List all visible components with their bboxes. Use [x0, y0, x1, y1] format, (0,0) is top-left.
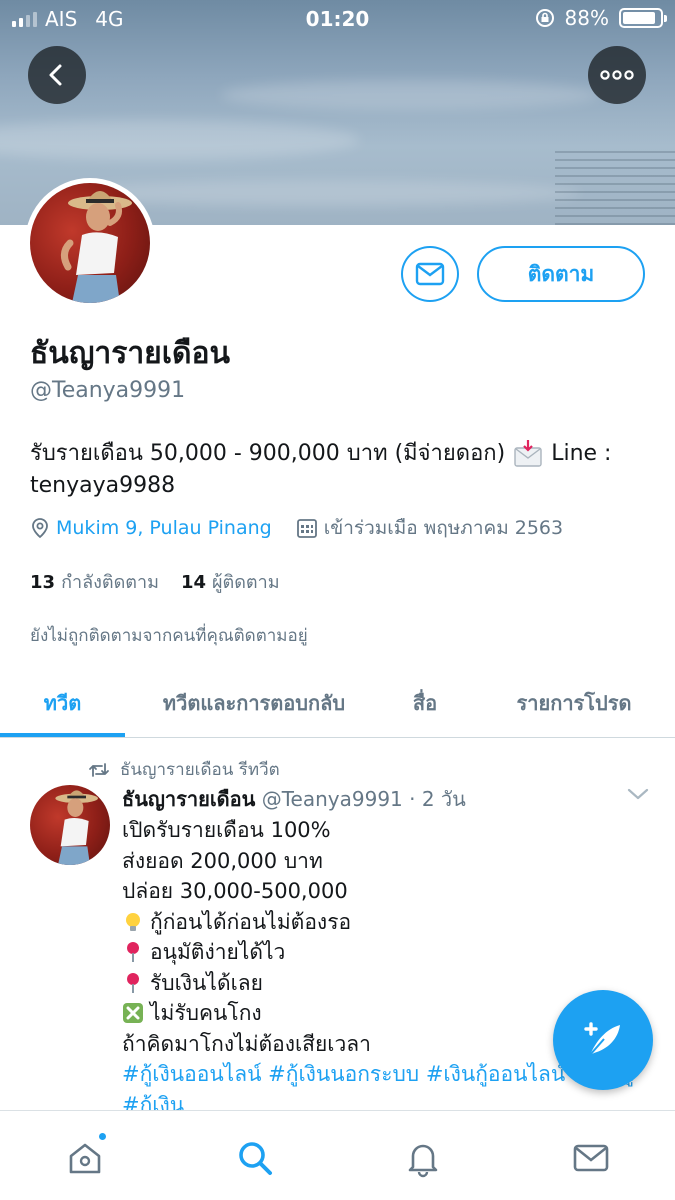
more-dots-icon: [600, 70, 634, 80]
chevron-left-icon: [49, 64, 62, 86]
following-count: 13: [30, 572, 56, 593]
follow-counts: 13 กำลังติดตาม 14 ผู้ติดตาม: [30, 567, 280, 596]
back-button[interactable]: [28, 46, 86, 104]
battery-icon: [619, 8, 667, 28]
tab-likes[interactable]: รายการโปรด: [480, 668, 668, 738]
tweet-avatar[interactable]: [30, 785, 110, 865]
following-count-link[interactable]: 13 กำลังติดตาม: [30, 567, 159, 596]
chevron-down-icon: [627, 788, 649, 800]
more-options-button[interactable]: [588, 46, 646, 104]
rotation-lock-icon: [535, 9, 554, 27]
profile-handle: @Teanya9991: [30, 378, 186, 403]
envelope-icon: [573, 1144, 609, 1172]
bottom-navigation: [0, 1110, 675, 1200]
tweet-time: · 2 วัน: [409, 787, 466, 811]
calendar-icon: [296, 519, 317, 538]
tab-tweets[interactable]: ทวีต: [0, 668, 125, 738]
nav-notifications[interactable]: [400, 1135, 446, 1181]
tweet-line: เปิดรับรายเดือน 100%: [122, 818, 331, 842]
cross-mark-icon: [123, 1003, 143, 1024]
red-pin-icon: [127, 942, 139, 963]
retweet-icon: [89, 762, 109, 777]
compose-feather-icon: [584, 1022, 620, 1056]
tweet-line-text: อนุมัติง่ายได้ไว: [150, 940, 286, 964]
nav-home[interactable]: [62, 1131, 108, 1181]
incoming-envelope-icon: [514, 440, 542, 467]
bio-line-label: Line :: [551, 441, 612, 466]
bio-line-id: tenyaya9988: [30, 473, 176, 498]
tweet-header: ธันญารายเดือน @Teanya9991 · 2 วัน: [122, 783, 466, 815]
not-followed-note: ยังไม่ถูกติดตามจากคนที่คุณติดตามอยู่: [30, 626, 308, 646]
battery-percent: 88%: [564, 6, 609, 30]
followers-count: 14: [180, 572, 206, 593]
profile-bio: รับรายเดือน 50,000 - 900,000 บาท (มีจ่าย…: [30, 438, 650, 502]
profile-name: ธันญารายเดือน: [30, 336, 231, 371]
tweet-line-text: ไม่รับคนโกง: [150, 1001, 262, 1025]
retweet-label: ธันญารายเดือน รีทวีต: [120, 760, 280, 780]
tweet-author-handle[interactable]: @Teanya9991: [262, 787, 403, 811]
bio-text: รับรายเดือน 50,000 - 900,000 บาท (มีจ่าย…: [30, 441, 506, 466]
home-icon: [69, 1143, 101, 1174]
retweet-indicator: ธันญารายเดือน รีทวีต: [88, 756, 280, 783]
active-tab-indicator: [0, 733, 125, 737]
bell-icon: [408, 1144, 438, 1178]
compose-tweet-button[interactable]: [553, 990, 653, 1090]
follow-button[interactable]: ติดตาม: [477, 246, 645, 302]
red-pin-icon: [127, 972, 139, 993]
notification-dot: [97, 1131, 108, 1142]
followers-label: ผู้ติดตาม: [212, 572, 280, 593]
tweet-line: ส่งยอด 200,000 บาท: [122, 848, 323, 873]
followers-count-link[interactable]: 14 ผู้ติดตาม: [181, 567, 280, 596]
profile-joined-date: เข้าร่วมเมือ พฤษภาคม 2563: [323, 517, 564, 539]
status-bar: AIS 4G 01:20 88%: [0, 0, 675, 38]
profile-meta: Mukim 9, Pulau Pinang เข้าร่วมเมือ พฤษภา…: [30, 513, 563, 543]
nav-search[interactable]: [232, 1135, 278, 1181]
profile-avatar[interactable]: [25, 178, 155, 308]
light-bulb-icon: [126, 912, 140, 931]
tweet-line: กู้ก่อนได้ก่อนไม่ต้องรอ: [122, 907, 652, 938]
profile-tabs: ทวีต ทวีตและการตอบกลับ สื่อ รายการโปรด: [0, 668, 675, 738]
tweet-line-text: รับเงินได้เลย: [150, 970, 263, 995]
message-button[interactable]: [401, 246, 459, 302]
tweet-line: รับเงินได้เลย: [122, 968, 652, 999]
tweet-line-text: กู้ก่อนได้ก่อนไม่ต้องรอ: [150, 909, 352, 934]
following-label: กำลังติดตาม: [61, 572, 159, 593]
tweet-line: อนุมัติง่ายได้ไว: [122, 937, 652, 968]
tab-tweets-and-replies[interactable]: ทวีตและการตอบกลับ: [130, 668, 378, 738]
location-pin-icon: [32, 518, 48, 539]
tweet-menu-button[interactable]: [626, 786, 650, 806]
tweet-line: ปล่อย 30,000-500,000: [122, 879, 348, 903]
tab-media[interactable]: สื่อ: [380, 668, 470, 738]
tweet-author-name[interactable]: ธันญารายเดือน: [122, 787, 255, 811]
search-icon: [239, 1142, 272, 1175]
envelope-icon: [415, 262, 445, 286]
profile-location[interactable]: Mukim 9, Pulau Pinang: [56, 517, 272, 539]
nav-messages[interactable]: [568, 1135, 614, 1181]
